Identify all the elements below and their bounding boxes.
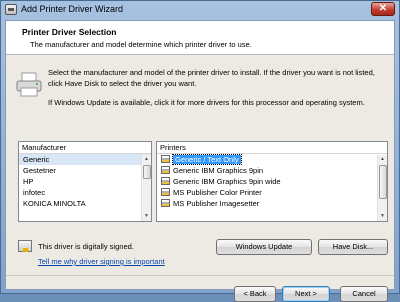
printer-icon [161,155,170,163]
printer-item-label: MS Publisher Imagesetter [173,199,260,208]
printer-item[interactable]: Generic IBM Graphics 9pin [157,165,387,176]
page-title: Printer Driver Selection [22,27,117,37]
scroll-up-icon[interactable]: ▲ [142,155,151,164]
wizard-header: Printer Driver Selection The manufacture… [6,21,394,55]
wizard-content: Printer Driver Selection The manufacture… [5,20,395,302]
printer-list[interactable]: Printers Generic / Text Only Generic IBM… [156,141,388,222]
manufacturer-scrollbar[interactable]: ▲ ▼ [141,155,151,221]
page-subtitle: The manufacturer and model determine whi… [30,40,252,49]
printer-item[interactable]: MS Publisher Color Printer [157,187,387,198]
next-button[interactable]: Next > [282,286,330,302]
back-button[interactable]: < Back [234,286,276,302]
printer-scrollbar[interactable]: ▲ ▼ [377,155,387,221]
printer-icon [161,199,170,207]
printer-item-label: Generic / Text Only [172,154,242,165]
printer-icon [5,4,17,15]
printer-item[interactable]: Generic / Text Only [157,154,387,165]
printers-column-header[interactable]: Printers [157,142,387,154]
scroll-thumb[interactable] [143,165,151,179]
printer-icon [161,177,170,185]
windows-update-button[interactable]: Windows Update [216,239,312,255]
manufacturer-list[interactable]: Manufacturer Generic Gestetner HP infote… [18,141,152,222]
title-bar[interactable]: Add Printer Driver Wizard ✕ [1,1,399,19]
scroll-down-icon[interactable]: ▼ [142,212,151,221]
scroll-down-icon[interactable]: ▼ [378,212,387,221]
certificate-icon [18,240,32,252]
scroll-thumb[interactable] [379,165,387,199]
manufacturer-item[interactable]: Gestetner [19,165,151,176]
printer-item-label: Generic IBM Graphics 9pin wide [173,177,281,186]
manufacturer-item[interactable]: infotec [19,187,151,198]
instructions-text: Select the manufacturer and model of the… [48,68,375,88]
wizard-window: Add Printer Driver Wizard ✕ Printer Driv… [0,0,400,302]
printer-item-label: Generic IBM Graphics 9pin [173,166,264,175]
window-title: Add Printer Driver Wizard [21,4,124,14]
windows-update-hint: If Windows Update is available, click it… [48,98,365,107]
cancel-button[interactable]: Cancel [340,286,388,302]
manufacturer-column-header[interactable]: Manufacturer [19,142,151,154]
printer-item-label: MS Publisher Color Printer [173,188,262,197]
scroll-up-icon[interactable]: ▲ [378,155,387,164]
signature-status: This driver is digitally signed. [38,242,134,251]
manufacturer-item[interactable]: KONICA MINOLTA [19,198,151,209]
printer-icon [161,166,170,174]
manufacturer-item[interactable]: Generic [19,154,151,165]
printer-icon [16,72,42,97]
driver-signing-link[interactable]: Tell me why driver signing is important [38,257,165,266]
printer-icon [161,188,170,196]
footer-divider [6,275,394,276]
close-button[interactable]: ✕ [371,2,395,16]
manufacturer-item[interactable]: HP [19,176,151,187]
have-disk-button[interactable]: Have Disk... [318,239,388,255]
printer-item[interactable]: MS Publisher Imagesetter [157,198,387,209]
printer-item[interactable]: Generic IBM Graphics 9pin wide [157,176,387,187]
